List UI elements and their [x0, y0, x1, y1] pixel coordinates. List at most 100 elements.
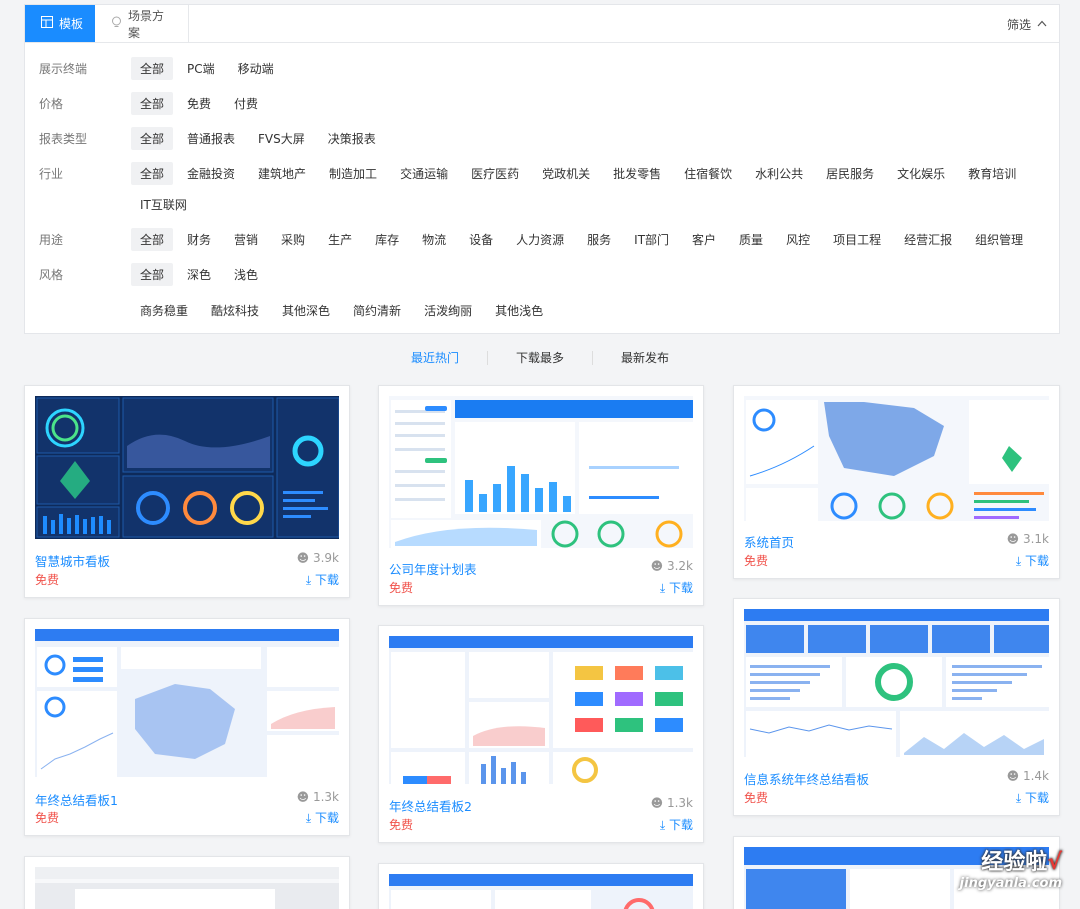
filter-option[interactable]: 建筑地产 [249, 162, 315, 185]
template-title[interactable]: 信息系统年终总结看板 [744, 769, 869, 788]
filter-option[interactable]: 财务 [178, 228, 220, 251]
filter-option[interactable]: 制造加工 [320, 162, 386, 185]
filter-option[interactable]: 质量 [730, 228, 772, 251]
filter-option[interactable]: 交通运输 [391, 162, 457, 185]
filter-option[interactable]: IT部门 [625, 228, 678, 251]
filter-option[interactable]: 酷炫科技 [202, 299, 268, 322]
filter-option[interactable]: 全部 [131, 92, 174, 115]
template-thumbnail [389, 874, 693, 909]
filter-option[interactable]: 风控 [777, 228, 819, 251]
user-icon: ☻ [650, 796, 664, 810]
download-button[interactable]: ⤓ 下载 [660, 816, 693, 833]
filter-option[interactable]: 全部 [131, 162, 174, 185]
download-button[interactable]: ⤓ 下载 [306, 571, 339, 588]
filter-option[interactable]: 其他浅色 [486, 299, 552, 322]
download-count-value: 1.3k [312, 790, 339, 804]
download-count: ☻ 3.9k [297, 551, 339, 565]
template-title[interactable]: 年终总结看板1 [35, 790, 118, 809]
filter-option[interactable]: 生产 [319, 228, 361, 251]
filter-option[interactable]: 付费 [225, 92, 267, 115]
template-card[interactable]: 系统首页 免费 ☻ 3.1k ⤓ 下载 [733, 385, 1060, 579]
template-card[interactable]: 信息系统年终总结看板 免费 ☻ 1.4k ⤓ 下载 [733, 598, 1060, 816]
filter-option[interactable]: IT互联网 [131, 193, 196, 216]
filter-option[interactable]: 批发零售 [604, 162, 670, 185]
filter-option[interactable]: 全部 [131, 57, 174, 80]
download-count-value: 3.2k [666, 559, 693, 573]
template-card[interactable] [378, 863, 704, 909]
filter-option[interactable]: 居民服务 [817, 162, 883, 185]
filter-option[interactable]: 经营汇报 [895, 228, 961, 251]
watermark-url: jingyanla.com [959, 876, 1062, 891]
download-icon: ⤓ [305, 573, 312, 587]
filter-option[interactable]: 决策报表 [319, 127, 385, 150]
filter-option[interactable]: 物流 [413, 228, 455, 251]
filter-option[interactable]: 活泼绚丽 [415, 299, 481, 322]
filter-option[interactable]: 营销 [225, 228, 267, 251]
template-title[interactable]: 公司年度计划表 [389, 559, 477, 578]
download-count: ☻ 3.2k [651, 559, 693, 573]
download-label: 下载 [668, 818, 693, 832]
template-price: 免费 [744, 791, 769, 805]
filter-option[interactable]: FVS大屏 [249, 127, 314, 150]
filter-option[interactable]: 全部 [131, 263, 174, 286]
sort-bar: 最近热门 下载最多 最新发布 [0, 346, 1080, 370]
filter-option[interactable]: 设备 [460, 228, 502, 251]
download-button[interactable]: ⤓ 下载 [660, 579, 693, 596]
template-thumbnail [35, 867, 339, 909]
filter-row: 行业 全部 金融投资 建筑地产 制造加工 交通运输 医疗医药 党政机关 批发零售 住宿餐饮 水利公共… [39, 162, 1030, 185]
filter-option[interactable]: 商务稳重 [131, 299, 197, 322]
download-button[interactable]: ⤓ 下载 [1016, 789, 1049, 806]
template-title[interactable]: 年终总结看板2 [389, 796, 472, 815]
template-card[interactable]: 智慧城市看板 免费 ☻ 3.9k ⤓ 下载 [24, 385, 350, 598]
filter-option[interactable]: 库存 [366, 228, 408, 251]
filter-option[interactable]: 普通报表 [178, 127, 244, 150]
filter-option[interactable]: 采购 [272, 228, 314, 251]
filter-option[interactable]: 全部 [131, 228, 174, 251]
filter-option[interactable]: 医疗医药 [462, 162, 528, 185]
filter-label: 展示终端 [39, 62, 88, 76]
download-label: 下载 [1024, 554, 1049, 568]
filter-option[interactable]: 水利公共 [746, 162, 812, 185]
filter-option[interactable]: 教育培训 [959, 162, 1025, 185]
filter-option[interactable]: 全部 [131, 127, 174, 150]
filter-row-continued: IT互联网 [39, 193, 201, 216]
tab-templates[interactable]: 模板 [25, 5, 95, 42]
download-button[interactable]: ⤓ 下载 [1016, 552, 1049, 569]
filter-option[interactable]: 金融投资 [178, 162, 244, 185]
filter-option[interactable]: 浅色 [225, 263, 267, 286]
filter-option[interactable]: 移动端 [229, 57, 283, 80]
sort-downloads[interactable]: 下载最多 [488, 351, 593, 365]
template-card[interactable]: 年终总结看板1 免费 ☻ 1.3k ⤓ 下载 [24, 618, 350, 836]
filter-option[interactable]: 免费 [178, 92, 220, 115]
download-count: ☻ 1.3k [651, 796, 693, 810]
sort-newest[interactable]: 最新发布 [593, 351, 697, 365]
filter-option[interactable]: 服务 [578, 228, 620, 251]
filter-option[interactable]: 党政机关 [533, 162, 599, 185]
filter-option[interactable]: 客户 [683, 228, 725, 251]
filter-option[interactable]: 文化娱乐 [888, 162, 954, 185]
tab-scenarios[interactable]: 场景方案 [95, 5, 189, 42]
user-icon: ☻ [1006, 769, 1020, 783]
sort-hot[interactable]: 最近热门 [383, 351, 488, 365]
download-icon: ⤓ [1015, 554, 1022, 568]
filter-toggle[interactable]: 筛选 [1007, 5, 1047, 43]
template-title[interactable]: 系统首页 [744, 532, 794, 551]
filter-option[interactable]: PC端 [178, 57, 224, 80]
filter-option[interactable]: 组织管理 [966, 228, 1032, 251]
template-card[interactable]: 公司年度计划表 免费 ☻ 3.2k ⤓ 下载 [378, 385, 704, 606]
filter-row-continued: 商务稳重 酷炫科技 其他深色 简约清新 活泼绚丽 其他浅色 [39, 299, 557, 322]
download-icon: ⤓ [1015, 791, 1022, 805]
filter-option[interactable]: 项目工程 [824, 228, 890, 251]
filter-option[interactable]: 其他深色 [273, 299, 339, 322]
download-button[interactable]: ⤓ 下载 [306, 809, 339, 826]
filter-option[interactable]: 人力资源 [507, 228, 573, 251]
filter-option[interactable]: 深色 [178, 263, 220, 286]
filter-panel: 模板 场景方案 筛选 展示终端 全部 PC端 移动端 价格 全部 免费 付费 报表类型 全部 普通报… [24, 4, 1060, 334]
template-card[interactable]: 年终总结看板2 免费 ☻ 1.3k ⤓ 下载 [378, 625, 704, 843]
template-card[interactable] [24, 856, 350, 909]
filter-option[interactable]: 简约清新 [344, 299, 410, 322]
filter-row: 用途 全部 财务 营销 采购 生产 库存 物流 设备 人力资源 服务 IT部门 客户 质量 风控 项目工程 经营… [39, 228, 1037, 251]
filter-row: 报表类型 全部 普通报表 FVS大屏 决策报表 [39, 127, 390, 150]
template-title[interactable]: 智慧城市看板 [35, 551, 110, 570]
filter-option[interactable]: 住宿餐饮 [675, 162, 741, 185]
